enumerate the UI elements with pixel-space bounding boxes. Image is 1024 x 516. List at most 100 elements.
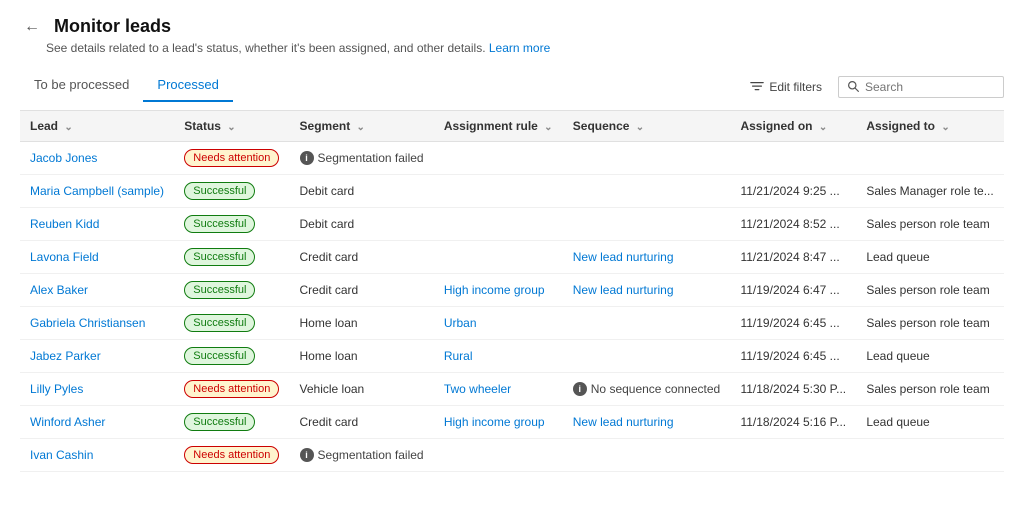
segment-cell: Home loan [290,307,434,340]
table-row: Reuben KiddSuccessfulDebit card11/21/202… [20,208,1004,241]
lead-link[interactable]: Gabriela Christiansen [30,316,145,330]
assigned-to-cell: Lead queue [856,340,1004,373]
assigned-to-cell: Sales person role team [856,208,1004,241]
table-row: Winford Asher Successful Credit cardHigh i… [20,406,1004,439]
assigned-to-cell [856,142,1004,175]
lead-link[interactable]: Lilly Pyles [30,382,83,396]
segment-cell: Home loan [290,340,434,373]
col-header-segment[interactable]: Segment ⌄ [290,111,434,142]
segment-cell: Credit card [290,274,434,307]
segment-cell: iSegmentation failed [290,142,434,175]
status-badge: Successful [184,413,255,431]
segment-cell: iSegmentation failed [290,439,434,472]
tab-processed[interactable]: Processed [143,71,232,102]
lead-link[interactable]: Jabez Parker [30,349,101,363]
sequence-cell [563,175,731,208]
table-row: Jabez ParkerSuccessfulHome loanRural11/1… [20,340,1004,373]
status-badge: Needs attention [184,446,279,464]
lead-link[interactable]: Jacob Jones [30,151,97,165]
table-row: Gabriela Christiansen Successful Home loan… [20,307,1004,340]
page-title: Monitor leads [54,16,171,37]
assignment-rule-cell [434,439,563,472]
toolbar: To be processed Processed Edit filters [20,71,1004,102]
assigned-on-cell: 11/21/2024 8:52 ... [730,208,856,241]
segment-cell: Debit card [290,208,434,241]
warning-icon: i [573,382,587,396]
filter-icon [750,80,764,94]
col-header-status[interactable]: Status ⌄ [174,111,289,142]
assignment-rule-cell: High income group [434,274,563,307]
assigned-on-cell: 11/18/2024 5:16 P... [730,406,856,439]
table-row: Jacob Jones Needs attention iSegmentation … [20,142,1004,175]
sequence-cell [563,142,731,175]
assigned-to-cell: Sales person role team [856,274,1004,307]
sequence-cell [563,208,731,241]
table-row: Alex Baker Successful Credit cardHigh inco… [20,274,1004,307]
sequence-cell [563,340,731,373]
assigned-on-cell: 11/21/2024 8:47 ... [730,241,856,274]
segment-cell: Debit card [290,175,434,208]
lead-link[interactable]: Maria Campbell (sample) [30,184,164,198]
col-header-sequence[interactable]: Sequence ⌄ [563,111,731,142]
sequence-cell [563,307,731,340]
assigned-to-cell: Lead queue [856,241,1004,274]
segment-cell: Credit card [290,406,434,439]
info-icon: i [300,448,314,462]
segment-cell: Credit card [290,241,434,274]
search-input[interactable] [865,80,995,94]
sequence-cell: iNo sequence connected [563,373,731,406]
page-subtitle: See details related to a lead's status, … [46,41,1004,55]
assignment-rule-cell [434,142,563,175]
assigned-to-cell: Sales person role team [856,373,1004,406]
assignment-rule-cell: High income group [434,406,563,439]
col-header-assigned-to[interactable]: Assigned to ⌄ [856,111,1004,142]
col-header-assignment-rule[interactable]: Assignment rule ⌄ [434,111,563,142]
status-badge: Successful [184,182,255,200]
status-badge: Successful [184,347,255,365]
assigned-on-cell: 11/19/2024 6:47 ... [730,274,856,307]
toolbar-right: Edit filters [742,76,1004,98]
assigned-to-cell: Sales person role team [856,307,1004,340]
sequence-cell: New lead nurturing [563,406,731,439]
status-badge: Successful [184,248,255,266]
assignment-rule-cell: Rural [434,340,563,373]
search-icon [847,80,860,93]
col-header-assigned-on[interactable]: Assigned on ⌄ [730,111,856,142]
segment-cell: Vehicle loan [290,373,434,406]
assignment-rule-cell [434,175,563,208]
assigned-to-cell: Lead queue [856,406,1004,439]
assignment-rule-cell [434,208,563,241]
assigned-on-cell [730,439,856,472]
learn-more-link[interactable]: Learn more [489,41,550,55]
assigned-on-cell: 11/18/2024 5:30 P... [730,373,856,406]
sequence-cell: New lead nurturing [563,274,731,307]
table-row: Ivan Cashin Needs attention iSegmentation … [20,439,1004,472]
status-badge: Successful [184,281,255,299]
assigned-to-cell: Sales Manager role te... [856,175,1004,208]
table-header-row: Lead ⌄ Status ⌄ Segment ⌄ Assignment rul… [20,111,1004,142]
table-row: Lilly Pyles Needs attention Vehicle loanTw… [20,373,1004,406]
leads-table: Lead ⌄ Status ⌄ Segment ⌄ Assignment rul… [20,111,1004,472]
edit-filters-button[interactable]: Edit filters [742,76,830,98]
status-badge: Needs attention [184,380,279,398]
status-badge: Needs attention [184,149,279,167]
leads-table-container: Lead ⌄ Status ⌄ Segment ⌄ Assignment rul… [20,110,1004,472]
back-button[interactable]: ← [20,18,44,36]
lead-link[interactable]: Alex Baker [30,283,88,297]
table-row: Lavona Field Successful Credit card New lea… [20,241,1004,274]
lead-link[interactable]: Ivan Cashin [30,448,93,462]
table-row: Maria Campbell (sample) Successful Debit c… [20,175,1004,208]
assignment-rule-cell [434,241,563,274]
assignment-rule-cell: Urban [434,307,563,340]
tab-to-be-processed[interactable]: To be processed [20,71,143,102]
assignment-rule-cell: Two wheeler [434,373,563,406]
status-badge: Successful [184,314,255,332]
lead-link[interactable]: Reuben Kidd [30,217,99,231]
sequence-cell: New lead nurturing [563,241,731,274]
sequence-cell [563,439,731,472]
assigned-on-cell [730,142,856,175]
tab-bar: To be processed Processed [20,71,233,102]
lead-link[interactable]: Winford Asher [30,415,105,429]
lead-link[interactable]: Lavona Field [30,250,99,264]
col-header-lead[interactable]: Lead ⌄ [20,111,174,142]
